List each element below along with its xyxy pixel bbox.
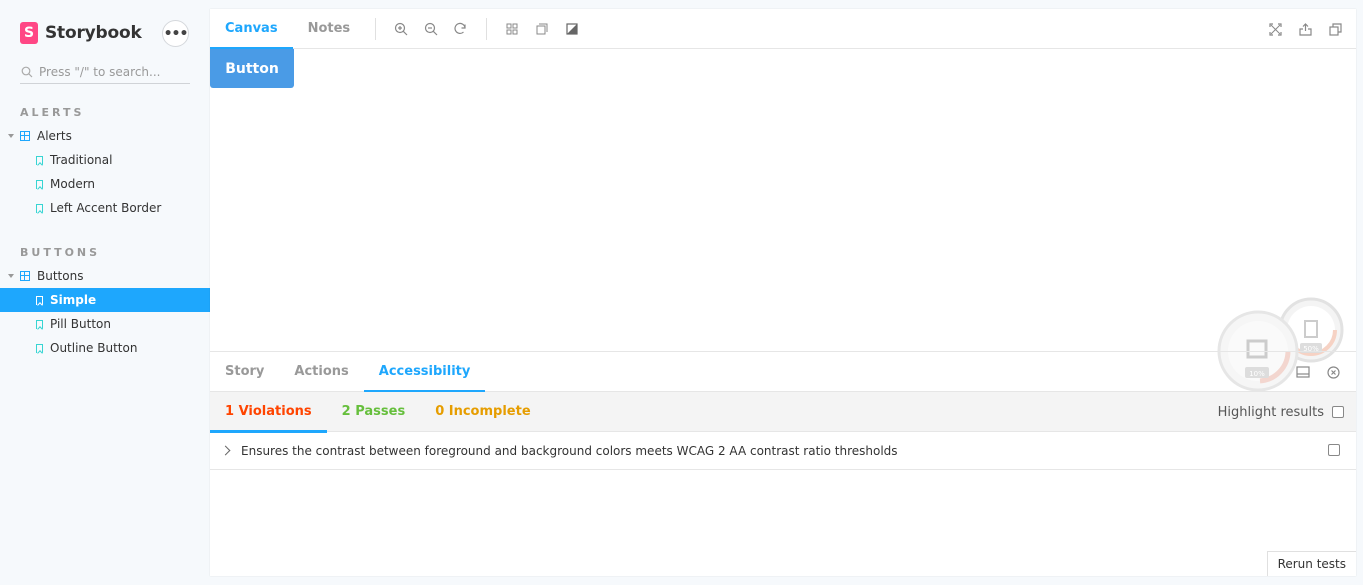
menu-button[interactable]: •••: [162, 20, 189, 47]
story-label: Traditional: [50, 153, 113, 167]
tab-passes[interactable]: 2 Passes: [327, 392, 421, 432]
brand-name: Storybook: [45, 23, 142, 43]
bookmark-icon: [36, 179, 43, 189]
tab-accessibility[interactable]: Accessibility: [363, 352, 486, 393]
toolbar-right: [1260, 9, 1350, 49]
story-label: Outline Button: [50, 341, 138, 355]
tree-group-label: Buttons: [37, 269, 84, 283]
story-label: Modern: [50, 177, 96, 191]
rerun-tests-button[interactable]: Rerun tests: [1266, 551, 1356, 576]
bookmark-icon: [36, 155, 43, 165]
bookmark-icon: [36, 319, 43, 329]
tab-story[interactable]: Story: [210, 352, 279, 392]
story-pill-button[interactable]: Pill Button: [0, 312, 210, 336]
highlight-results-checkbox[interactable]: [1332, 406, 1344, 418]
panel-layout-icon[interactable]: [1288, 357, 1318, 387]
rule-description: Ensures the contrast between foreground …: [241, 443, 898, 458]
preview-button[interactable]: Button: [210, 49, 294, 88]
tab-actions[interactable]: Actions: [279, 352, 363, 392]
tab-canvas[interactable]: Canvas: [210, 9, 293, 50]
brand[interactable]: S Storybook: [20, 22, 142, 44]
addons-panel: Story Actions Accessibility 1 Violations…: [210, 351, 1356, 576]
story-left-accent-border[interactable]: Left Accent Border: [0, 196, 210, 220]
storybook-logo-icon: S: [20, 22, 38, 44]
story-label: Left Accent Border: [50, 201, 162, 215]
story-traditional[interactable]: Traditional: [0, 148, 210, 172]
copy-icon[interactable]: [1320, 9, 1350, 49]
zoom-in-icon[interactable]: [386, 9, 416, 49]
close-icon[interactable]: [1318, 357, 1348, 387]
highlight-results-label: Highlight results: [1217, 404, 1324, 420]
tab-incomplete[interactable]: 0 Incomplete: [420, 392, 545, 432]
zoom-reset-icon[interactable]: [446, 9, 476, 49]
toolbar-divider: [375, 17, 377, 40]
bookmark-icon: [36, 203, 43, 213]
component-icon: [20, 271, 30, 281]
search-input[interactable]: [39, 65, 179, 79]
tab-notes[interactable]: Notes: [293, 9, 366, 49]
highlight-results[interactable]: Highlight results: [1218, 392, 1344, 432]
story-outline-button[interactable]: Outline Button: [0, 336, 210, 360]
bookmark-icon: [36, 343, 43, 353]
addons-tabs: Story Actions Accessibility: [210, 352, 1356, 393]
toolbar-divider: [486, 17, 488, 40]
fullscreen-icon[interactable]: [1260, 9, 1290, 49]
sidebar: S Storybook ••• ALERTS Alerts Traditiona…: [0, 0, 210, 585]
story-label: Simple: [50, 293, 97, 307]
contrast-icon[interactable]: [557, 9, 587, 49]
story-label: Pill Button: [50, 317, 111, 331]
story-simple[interactable]: Simple: [0, 288, 210, 312]
share-icon[interactable]: [1290, 9, 1320, 49]
story-modern[interactable]: Modern: [0, 172, 210, 196]
tab-violations[interactable]: 1 Violations: [210, 392, 327, 433]
a11y-result-tabs: 1 Violations 2 Passes 0 Incomplete Highl…: [210, 392, 1356, 433]
caret-down-icon: [8, 134, 14, 138]
grid-icon[interactable]: [497, 9, 527, 49]
tree-group-buttons[interactable]: Buttons: [0, 264, 210, 288]
background-icon[interactable]: [527, 9, 557, 49]
addons-panel-controls: [1288, 352, 1348, 392]
section-title-buttons: BUTTONS: [20, 246, 101, 259]
component-icon: [20, 131, 30, 141]
rule-row-color-contrast[interactable]: Ensures the contrast between foreground …: [210, 432, 1356, 470]
search-icon: [20, 65, 34, 79]
rule-highlight-checkbox[interactable]: [1328, 444, 1340, 456]
search-box: [20, 61, 190, 84]
section-title-alerts: ALERTS: [20, 106, 85, 119]
bookmark-icon: [36, 295, 43, 305]
tree-group-label: Alerts: [37, 129, 72, 143]
tree-group-alerts[interactable]: Alerts: [0, 124, 210, 148]
chevron-right-icon[interactable]: [220, 445, 231, 456]
toolbar: Canvas Notes: [210, 9, 1356, 50]
caret-down-icon: [8, 274, 14, 278]
zoom-out-icon[interactable]: [416, 9, 446, 49]
main-panel: Canvas Notes Button 50% 10% Story Action…: [210, 9, 1356, 576]
